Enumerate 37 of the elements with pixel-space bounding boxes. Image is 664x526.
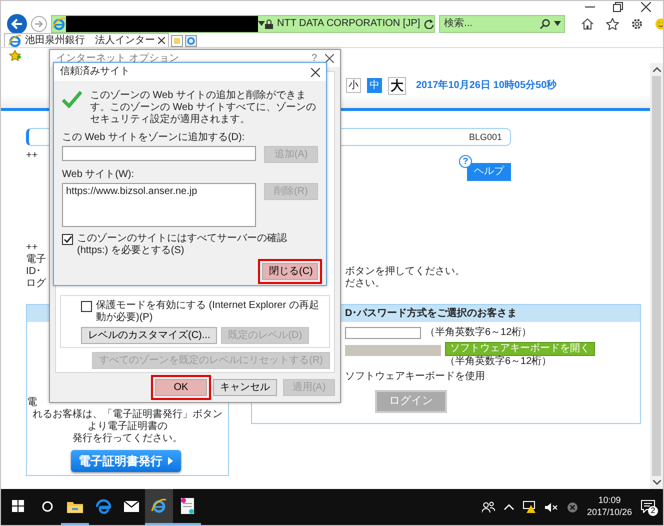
text-size-button[interactable]: 小 xyxy=(346,78,361,93)
date-time: 2017年10月26日 10時05分50秒 xyxy=(416,80,557,92)
browser-tab[interactable]: 池田泉州銀行 法人インター xyxy=(4,33,169,47)
clock-date[interactable]: 2017/10/26 xyxy=(586,507,632,519)
screen-id: BLG001 xyxy=(468,132,502,142)
instruction-text: れるお客様は、「電子証明書発行」ボタンより電子証明書の xyxy=(32,408,224,433)
dialog-title: インターネット オプション xyxy=(56,52,180,64)
checkbox-label: このゾーンのサイトにはすべてサーバーの確認 (https:) を必要とする(S) xyxy=(77,233,288,257)
site-list[interactable]: https://www.bizsol.anser.ne.jp xyxy=(62,183,256,227)
help-glyph[interactable]: ? xyxy=(311,52,317,64)
help-badge: ? xyxy=(459,155,472,168)
text-fragment: ログ xyxy=(26,278,46,290)
text-size-button[interactable]: 中 xyxy=(367,78,382,93)
search-box[interactable]: 検索... xyxy=(439,14,566,32)
text-fragment: ID･ xyxy=(26,266,41,278)
dialog-title: 信頼済みサイト xyxy=(60,66,131,78)
message-text: このゾーンの Web サイトの追加と削除ができます。このゾーンの Web サイトすべてに、ゾーンのセキュリティ設定が適用されます。 xyxy=(90,90,317,126)
notification-count: 2 xyxy=(648,506,658,516)
text-size-button[interactable]: 大 xyxy=(388,76,406,94)
hint-text: （半角英数字6～12桁） xyxy=(425,327,532,339)
text-fragment: 電子 xyxy=(26,254,46,266)
text-fragment: ボタンを押してください。 xyxy=(345,266,465,278)
text-fragment: ++ xyxy=(26,150,38,162)
field-label: Web サイト(W): xyxy=(62,169,136,181)
instruction-text: 発行を行ってください。 xyxy=(72,432,184,445)
software-keyboard-label: ソフトウェアキーボードを使用 xyxy=(345,371,486,383)
field-label: この Web サイトをゾーンに追加する(D): xyxy=(62,132,246,144)
list-item[interactable]: https://www.bizsol.anser.ne.jp xyxy=(66,186,252,198)
help-button[interactable]: ヘルプ xyxy=(467,163,511,181)
text-fragment: ださい。 xyxy=(345,278,385,290)
level-button[interactable]: レベルのカスタマイズ(C)... xyxy=(81,327,218,344)
search-field[interactable]: 検索... xyxy=(440,18,540,30)
dialog-button[interactable]: キャンセル xyxy=(213,379,277,396)
clock-time[interactable]: 10:09 xyxy=(598,495,621,507)
text-fragment: 電 xyxy=(27,396,37,409)
text-fragment: ++ xyxy=(26,242,38,254)
hint-text: （半角英数字6～12桁） xyxy=(445,356,552,368)
